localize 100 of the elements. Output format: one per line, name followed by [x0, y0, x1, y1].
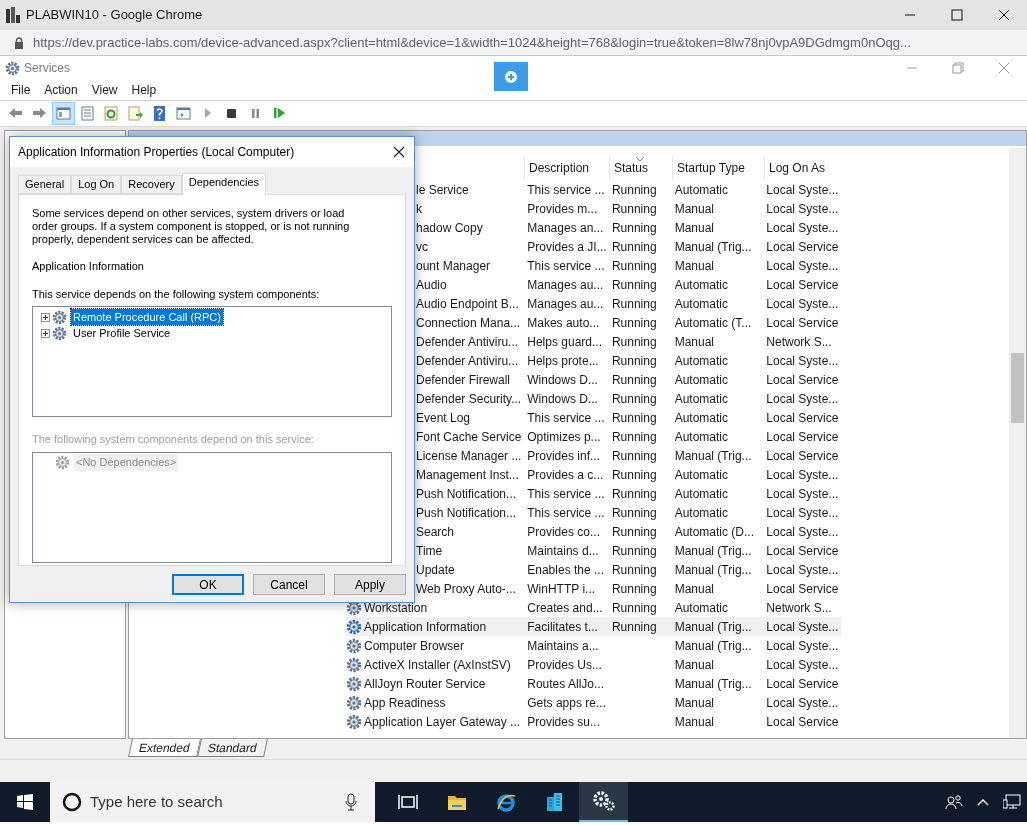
table-cell: This service ... — [527, 410, 605, 425]
table-cell: Manages au... — [527, 277, 604, 292]
table-cell: Local Syste... — [766, 258, 839, 273]
dialog-title: Application Information Properties (Local Computer) — [18, 144, 295, 161]
service-row[interactable]: Application Layer Gateway ... Provides su... Manual Local Service — [346, 712, 841, 731]
scrollbar[interactable] — [1009, 148, 1026, 738]
table-cell: Manual (Trig... — [674, 239, 752, 254]
service-name: Search — [416, 523, 455, 541]
dialog-button[interactable]: OK — [172, 574, 244, 595]
view-tab[interactable]: Extended — [128, 739, 201, 757]
table-cell: Local Syste... — [766, 296, 839, 311]
service-name: Audio — [416, 276, 447, 294]
service-row[interactable]: Computer Browser Maintains a... Manual (Trig... Local Syste... — [346, 636, 841, 655]
service-gear-icon — [346, 713, 362, 730]
table-cell: Running — [611, 410, 657, 425]
service-name: vc — [416, 238, 428, 256]
table-cell: Local Service — [766, 448, 839, 463]
tree-item[interactable]: Remote Procedure Call (RPC) — [71, 308, 223, 326]
table-cell: Helps prote... — [527, 353, 599, 368]
table-cell: Local Service — [766, 714, 839, 729]
service-name: Event Log — [416, 409, 471, 427]
table-cell: Running — [611, 600, 657, 615]
service-row[interactable]: AllJoyn Router Service Routes AllJo... Manual (Trig... Local Service — [346, 674, 841, 693]
table-cell: Manual — [674, 714, 715, 729]
taskbar-search-field[interactable]: Type here to search — [50, 782, 375, 822]
table-cell: Manual — [674, 334, 715, 349]
table-cell: Automatic — [674, 486, 729, 501]
service-gear-icon — [55, 455, 70, 470]
dialog-tab[interactable]: General — [18, 175, 72, 194]
table-cell: Helps guard... — [527, 334, 602, 349]
table-cell: Manual — [674, 695, 715, 710]
sort-caret-icon — [636, 157, 644, 161]
dialog-button[interactable]: Apply — [334, 574, 406, 595]
table-cell: Running — [611, 296, 657, 311]
people-icon[interactable] — [945, 794, 963, 810]
dialog-tab[interactable]: Log On — [71, 175, 122, 194]
table-cell: Local Service — [766, 410, 839, 425]
menu-item[interactable]: Help — [124, 81, 164, 99]
service-row[interactable]: App Readiness Gets apps re... Manual Local Syste... — [346, 693, 841, 712]
expand-icon[interactable] — [41, 312, 50, 322]
microphone-icon[interactable] — [345, 793, 357, 811]
menu-item[interactable]: Action — [37, 81, 85, 99]
chevron-up-icon[interactable] — [977, 798, 989, 806]
scrollbar-thumb[interactable] — [1011, 353, 1024, 423]
network-icon[interactable] — [1003, 794, 1021, 810]
depends-label: This service depends on the following system components: — [32, 286, 321, 302]
service-row[interactable]: Workstation Creates and... Running Automatic Network S... — [346, 598, 841, 617]
expand-icon[interactable] — [41, 328, 50, 338]
column-header[interactable]: Log On As — [764, 156, 843, 180]
table-cell: Automatic (D... — [674, 524, 755, 539]
console-tree-icon[interactable] — [52, 102, 75, 125]
table-cell: Local Service — [766, 676, 839, 691]
service-name: Update — [416, 561, 455, 579]
dialog-tab[interactable]: Dependencies — [181, 173, 267, 195]
table-cell: Local Syste... — [766, 220, 839, 235]
table-cell: Maintains a... — [527, 638, 599, 653]
table-cell: Automatic — [674, 467, 729, 482]
table-cell: Facilitates t... — [527, 619, 598, 634]
table-cell: Running — [611, 315, 657, 330]
column-header[interactable]: Description — [524, 156, 609, 180]
table-cell: Provides Us... — [527, 657, 602, 672]
menu-item[interactable]: View — [84, 81, 125, 99]
service-row[interactable]: Application Information Facilitates t... Running Manual (Trig... Local Syste... — [346, 617, 841, 636]
service-gear-icon — [346, 656, 362, 673]
plus-button[interactable] — [494, 62, 528, 91]
table-cell: Local Service — [766, 277, 839, 292]
table-cell: Running — [611, 486, 657, 501]
service-name: Audio Endpoint B... — [416, 295, 519, 313]
table-cell: Manual (Trig... — [674, 562, 752, 577]
table-cell: Running — [611, 353, 657, 368]
table-cell: Local Syste... — [766, 638, 839, 653]
view-tab[interactable]: Standard — [196, 739, 268, 757]
table-cell: Manual — [674, 657, 715, 672]
menu-item[interactable]: File — [4, 81, 38, 99]
service-name: hadow Copy — [416, 219, 483, 237]
table-cell: Manual (Trig... — [674, 448, 752, 463]
table-cell: Automatic (T... — [674, 315, 752, 330]
dialog-button[interactable]: Cancel — [253, 574, 325, 595]
service-row[interactable]: ActiveX Installer (AxInstSV) Provides Us... Manual Local Syste... — [346, 655, 841, 674]
table-cell: Running — [611, 258, 657, 273]
service-name: le Service — [416, 181, 469, 199]
tree-item: <No Dependencies> — [74, 454, 179, 471]
table-cell: Manual (Trig... — [674, 638, 752, 653]
service-gear-icon — [346, 694, 362, 711]
service-name: App Readiness — [364, 694, 446, 712]
table-cell: Local Syste... — [766, 657, 839, 672]
dialog-tab[interactable]: Recovery — [121, 175, 182, 194]
address-bar[interactable]: https://dev.practice-labs.com/device-advanced.aspx?client=html&device=1&width=1024&height=768&login=true&token=8lw78nj0vpA9DGdmgm0nOqg... — [0, 30, 1027, 56]
column-header[interactable]: Status — [609, 156, 672, 180]
services-gear-icon[interactable] — [579, 782, 628, 822]
service-gear-icon — [346, 637, 362, 654]
table-cell: Running — [611, 524, 657, 539]
service-name: Application Information — [32, 259, 145, 274]
service-name: License Manager ... — [416, 447, 522, 465]
table-cell: This service ... — [527, 505, 605, 520]
service-name: Management Inst... — [416, 466, 519, 484]
service-name: ActiveX Installer (AxInstSV) — [364, 656, 511, 674]
table-cell: Windows D... — [527, 391, 598, 406]
column-header[interactable]: Startup Type — [672, 156, 764, 180]
tree-item[interactable]: User Profile Service — [71, 324, 173, 342]
